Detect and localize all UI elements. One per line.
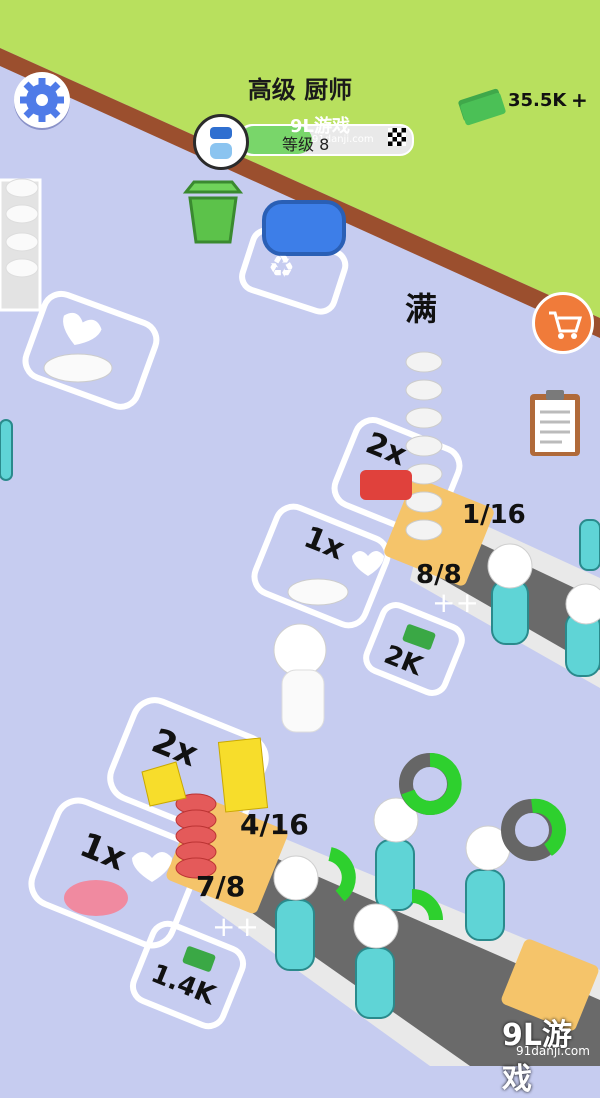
shop-cart-button[interactable] [532, 292, 594, 354]
add-money-button[interactable]: + [571, 88, 588, 112]
clipboard-button[interactable] [528, 388, 582, 458]
chef-hat-avatar-icon [193, 114, 249, 170]
trash-bin-icon[interactable] [182, 180, 244, 246]
bottom-tray-counter: 7/8 [196, 870, 246, 903]
storage-full-label: 满 [405, 290, 438, 328]
watermark-url: 91danji.com [516, 1044, 590, 1058]
svg-text:++: ++ [432, 586, 479, 619]
rank-label: 等级 8 [282, 135, 330, 154]
money-amount: 35.5K [508, 90, 567, 111]
cart-icon [549, 311, 583, 339]
finish-flag-icon [388, 128, 406, 146]
game-background: ++ ++ [0, 0, 600, 1066]
recycle-icon: ♻ [268, 250, 295, 285]
top-tray-counter: 8/8 [416, 560, 462, 590]
svg-text:++: ++ [212, 910, 259, 943]
top-station-counter: 1/16 [462, 500, 526, 530]
cash-stack-icon [458, 88, 506, 126]
clipboard-icon [530, 390, 580, 456]
trash-progress-panel [262, 200, 346, 256]
bottom-station-counter: 4/16 [240, 808, 309, 841]
